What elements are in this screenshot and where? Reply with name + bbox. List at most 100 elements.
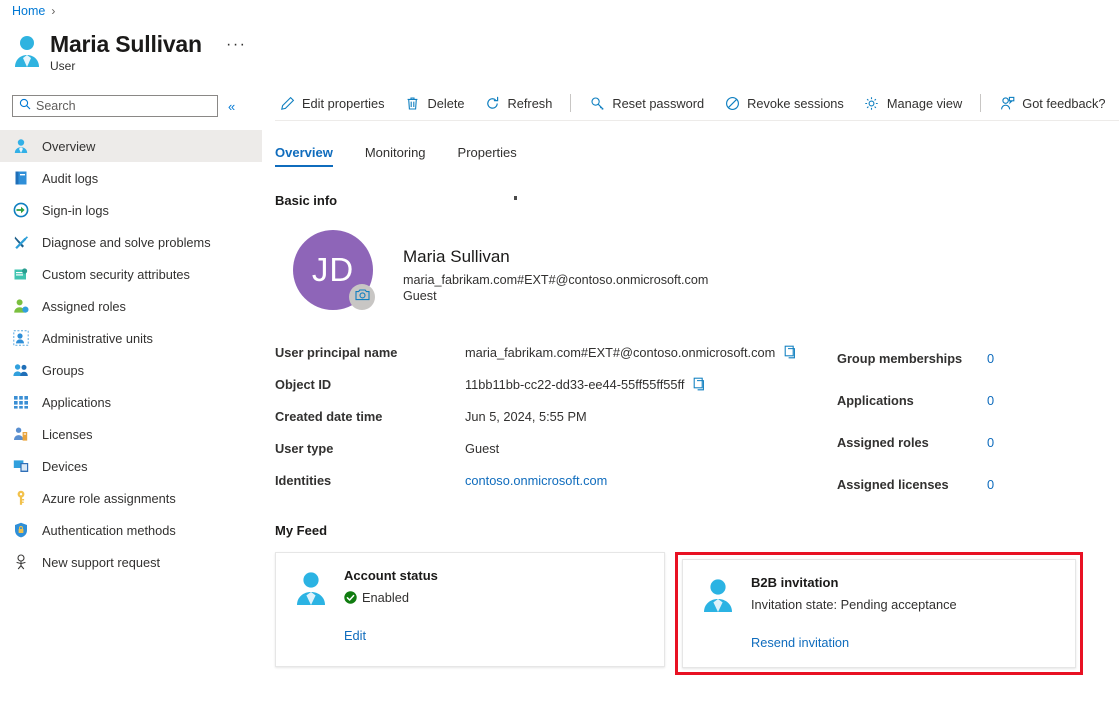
sidebar-item-label: Assigned roles [42,299,126,314]
camera-icon [355,288,370,306]
change-photo-button[interactable] [349,284,375,310]
got-feedback-button[interactable]: Got feedback? [995,90,1109,116]
edit-properties-button[interactable]: Edit properties [275,90,389,116]
basic-info-heading: Basic info [275,193,1119,208]
user-icon [292,569,330,607]
b2b-invitation-card[interactable]: B2B invitation Invitation state: Pending… [682,559,1076,668]
profile-upn: maria_fabrikam.com#EXT#@contoso.onmicros… [403,272,708,288]
sidebar-item-administrative-units[interactable]: Administrative units [0,322,262,354]
stat-row-group-memberships: Group memberships 0 [837,337,1119,379]
card-title: Account status [344,567,438,585]
sidebar-item-azure-role-assignments[interactable]: Azure role assignments [0,482,262,514]
toolbar-label: Revoke sessions [747,96,844,111]
detail-value-text: 11bb11bb-cc22-dd33-ee44-55ff55ff55ff [465,377,684,392]
sidebar-item-assigned-roles[interactable]: Assigned roles [0,290,262,322]
page-subtitle: User [50,59,202,73]
account-status-card[interactable]: Account status Enabled Edit [275,552,665,667]
toolbar-label: Reset password [612,96,704,111]
sidebar-item-label: Applications [42,395,111,410]
stat-value[interactable]: 0 [987,477,994,492]
detail-label: Identities [275,473,465,488]
card-body: B2B invitation Invitation state: Pending… [751,574,957,650]
stat-label: Assigned licenses [837,477,987,492]
detail-row-object-id: Object ID 11bb11bb-cc22-dd33-ee44-55ff55… [275,368,837,400]
stats-list: Group memberships 0 Applications 0 Assig… [837,336,1119,505]
sidebar-item-authentication-methods[interactable]: Authentication methods [0,514,262,546]
profile-texts: Maria Sullivan maria_fabrikam.com#EXT#@c… [403,246,708,304]
sidebar-item-overview[interactable]: Overview [0,130,262,162]
block-circle-icon [724,95,740,111]
resend-invitation-link[interactable]: Resend invitation [751,635,957,650]
stat-label: Group memberships [837,351,987,366]
stat-value[interactable]: 0 [987,393,994,408]
card-body: Account status Enabled Edit [344,567,438,643]
detail-label: Created date time [275,409,465,424]
more-options-button[interactable]: ··· [226,38,246,52]
pencil-icon [279,95,295,111]
license-icon [12,425,30,443]
groups-icon [12,361,30,379]
stat-row-applications: Applications 0 [837,379,1119,421]
sidebar-item-audit-logs[interactable]: Audit logs [0,162,262,194]
shield-lock-icon [12,521,30,539]
reset-password-button[interactable]: Reset password [585,90,708,116]
sidebar-item-groups[interactable]: Groups [0,354,262,386]
sidebar-item-applications[interactable]: Applications [0,386,262,418]
stat-label: Applications [837,393,987,408]
search-input[interactable] [36,99,211,113]
wrench-screwdriver-icon [12,233,30,251]
card-status: Invitation state: Pending acceptance [751,596,957,613]
sign-in-icon [12,201,30,219]
detail-value-link[interactable]: contoso.onmicrosoft.com [465,473,607,488]
breadcrumb-home[interactable]: Home [12,4,45,18]
sidebar-item-diagnose-and-solve-problems[interactable]: Diagnose and solve problems [0,226,262,258]
search-icon [19,97,36,115]
sidebar-item-label: Overview [42,139,95,154]
detail-row-created-date-time: Created date time Jun 5, 2024, 5:55 PM [275,400,837,432]
sidebar-item-label: Licenses [42,427,93,442]
detail-row-user-principal-name: User principal name maria_fabrikam.com#E… [275,336,837,368]
sidebar-item-new-support-request[interactable]: New support request [0,546,262,578]
refresh-button[interactable]: Refresh [481,90,557,116]
card-title: B2B invitation [751,574,957,592]
sidebar-item-sign-in-logs[interactable]: Sign-in logs [0,194,262,226]
sidebar-item-label: Groups [42,363,84,378]
details-list: User principal name maria_fabrikam.com#E… [275,336,837,505]
collapse-sidebar-button[interactable]: « [228,100,235,113]
sidebar-search-row: « [0,94,262,118]
manage-view-button[interactable]: Manage view [860,90,966,116]
key-icon [12,489,30,507]
user-role-icon [12,297,30,315]
tab-monitoring[interactable]: Monitoring [365,145,426,167]
sidebar-item-custom-security-attributes[interactable]: Custom security attributes [0,258,262,290]
sidebar-item-label: New support request [42,555,160,570]
stat-label: Assigned roles [837,435,987,450]
gear-icon [864,95,880,111]
tab-properties[interactable]: Properties [458,145,517,167]
user-icon [699,576,737,614]
attributes-icon [12,265,30,283]
avatar: JD [293,230,373,310]
sidebar-item-label: Diagnose and solve problems [42,235,211,250]
tab-overview[interactable]: Overview [275,145,333,167]
detail-value-text: maria_fabrikam.com#EXT#@contoso.onmicros… [465,345,775,360]
stat-value[interactable]: 0 [987,351,994,366]
delete-button[interactable]: Delete [401,90,469,116]
copy-icon[interactable] [693,377,707,391]
detail-value: maria_fabrikam.com#EXT#@contoso.onmicros… [465,345,798,360]
details-section: User principal name maria_fabrikam.com#E… [275,336,1119,505]
copy-icon[interactable] [784,345,798,359]
breadcrumb: Home › [12,4,55,18]
check-circle-icon [344,591,357,604]
admin-units-icon [12,329,30,347]
sidebar-item-devices[interactable]: Devices [0,450,262,482]
card-status-text: Enabled [362,589,409,606]
book-icon [12,169,30,187]
search-box[interactable] [12,95,218,117]
edit-link[interactable]: Edit [344,628,438,643]
sidebar-item-licenses[interactable]: Licenses [0,418,262,450]
toolbar-divider-2 [980,94,981,112]
toolbar-label: Delete [428,96,465,111]
revoke-sessions-button[interactable]: Revoke sessions [720,90,848,116]
stat-value[interactable]: 0 [987,435,994,450]
